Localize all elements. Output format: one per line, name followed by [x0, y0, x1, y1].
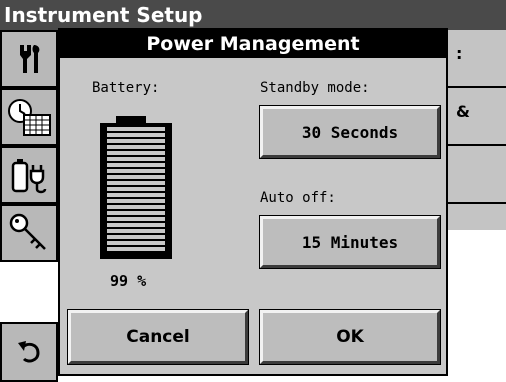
background-right-row[interactable] — [442, 146, 506, 204]
battery-cell — [107, 217, 165, 221]
clock-calendar-icon — [8, 99, 51, 136]
key-icon — [9, 213, 46, 250]
ok-label: OK — [336, 327, 364, 347]
power-management-dialog: Power Management Battery: 99 % Standby m… — [58, 28, 448, 376]
battery-cell — [107, 235, 165, 239]
auto-off-button[interactable]: 15 Minutes — [260, 216, 440, 268]
battery-cell — [107, 145, 165, 149]
battery-cell — [107, 133, 165, 137]
battery-plug-icon — [11, 159, 47, 194]
tools-icon — [20, 45, 40, 73]
standby-mode-label: Standby mode: — [260, 80, 370, 96]
battery-cell — [107, 139, 165, 143]
cancel-label: Cancel — [126, 327, 190, 347]
battery-cell — [107, 247, 165, 251]
battery-icon — [100, 123, 172, 259]
background-header-title: Instrument Setup — [0, 0, 506, 30]
dialog-title: Power Management — [60, 30, 446, 58]
back-button[interactable] — [0, 322, 58, 382]
auto-off-label: Auto off: — [260, 190, 336, 206]
battery-label: Battery: — [92, 80, 160, 96]
background-right-panel: : & — [440, 30, 506, 230]
background-right-row[interactable]: & — [442, 88, 506, 146]
battery-cell — [107, 193, 165, 197]
battery-cell — [107, 127, 165, 131]
battery-cell — [107, 187, 165, 191]
sidebar-datetime-button[interactable] — [0, 88, 58, 146]
standby-mode-button[interactable]: 30 Seconds — [260, 106, 440, 158]
battery-cell — [107, 151, 165, 155]
battery-cell — [107, 163, 165, 167]
ok-button[interactable]: OK — [260, 310, 440, 364]
battery-cell — [107, 175, 165, 179]
background-right-row[interactable]: : — [442, 30, 506, 88]
sidebar-tools-button[interactable] — [0, 30, 58, 88]
battery-cell — [107, 211, 165, 215]
battery-cell — [107, 199, 165, 203]
battery-cell — [107, 157, 165, 161]
battery-cell — [107, 223, 165, 227]
sidebar-security-button[interactable] — [0, 204, 58, 262]
battery-cap — [116, 116, 146, 123]
cancel-button[interactable]: Cancel — [68, 310, 248, 364]
back-arrow-icon — [18, 341, 40, 363]
standby-mode-value: 30 Seconds — [301, 122, 399, 142]
sidebar-power-button[interactable] — [0, 146, 58, 204]
auto-off-value: 15 Minutes — [301, 232, 399, 252]
battery-cell — [107, 169, 165, 173]
battery-percent: 99 % — [110, 272, 147, 290]
battery-cell — [107, 205, 165, 209]
sidebar-empty-slot — [0, 262, 58, 320]
battery-cell — [107, 241, 165, 245]
battery-cell — [107, 229, 165, 233]
battery-cell — [107, 181, 165, 185]
